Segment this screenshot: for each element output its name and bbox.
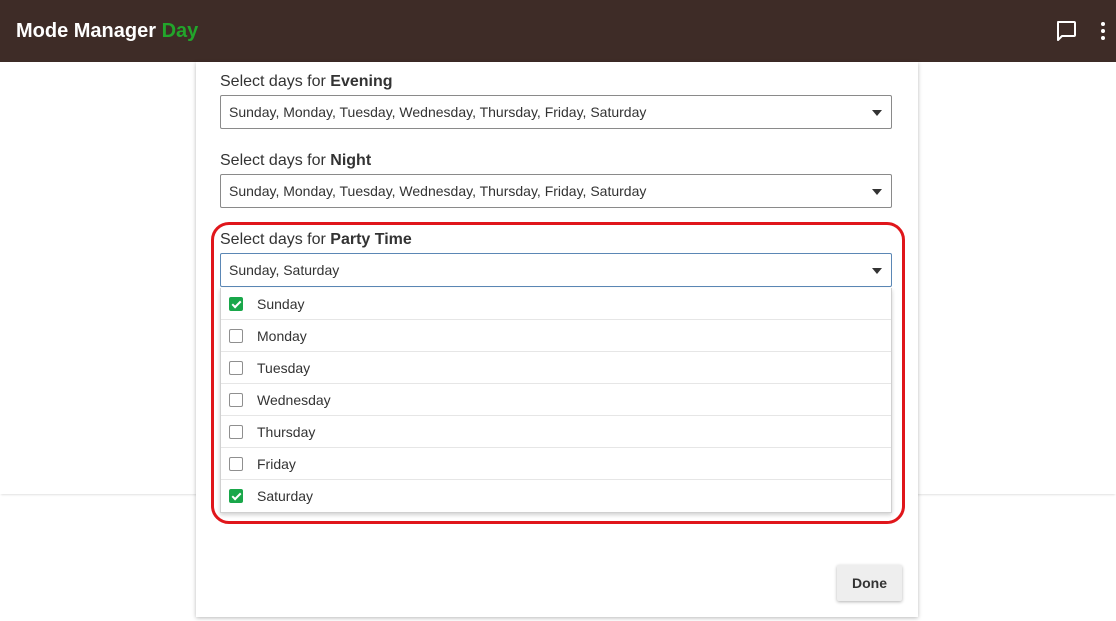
party-time-label-prefix: Select days for	[220, 231, 331, 248]
dropdown-arrow-icon	[872, 110, 882, 116]
day-option-label: Friday	[257, 456, 296, 472]
party-time-mode-name: Party Time	[330, 231, 412, 248]
checkbox-unchecked-icon[interactable]	[229, 425, 243, 439]
app-name: Mode Manager	[16, 20, 157, 42]
checkbox-checked-icon[interactable]	[229, 489, 243, 503]
day-option-tuesday[interactable]: Tuesday	[221, 352, 891, 384]
day-option-label: Thursday	[257, 424, 316, 440]
day-option-saturday[interactable]: Saturday	[221, 480, 891, 512]
checkbox-checked-icon[interactable]	[229, 297, 243, 311]
done-button[interactable]: Done	[837, 565, 902, 601]
party-time-days-options: Sunday Monday Tuesday Wednesday Thursday Frid…	[220, 288, 892, 513]
evening-mode-name: Evening	[330, 73, 393, 90]
party-time-field-label: Select days for Party Time	[220, 231, 412, 249]
day-option-wednesday[interactable]: Wednesday	[221, 384, 891, 416]
day-option-label: Saturday	[257, 488, 314, 504]
party-time-days-value: Sunday, Saturday	[229, 262, 340, 278]
day-option-label: Tuesday	[257, 360, 311, 376]
night-field-label: Select days for Night	[220, 152, 371, 170]
checkbox-unchecked-icon[interactable]	[229, 329, 243, 343]
dropdown-arrow-icon	[872, 268, 882, 274]
more-options-button[interactable]	[1087, 14, 1116, 48]
checkbox-unchecked-icon[interactable]	[229, 393, 243, 407]
evening-days-value: Sunday, Monday, Tuesday, Wednesday, Thur…	[229, 104, 647, 120]
chat-icon	[1057, 21, 1076, 41]
night-label-prefix: Select days for	[220, 152, 331, 169]
night-days-select[interactable]: Sunday, Monday, Tuesday, Wednesday, Thur…	[220, 174, 892, 208]
day-option-label: Sunday	[257, 296, 305, 312]
select-days-dialog: Select days for Evening Sunday, Monday, …	[196, 62, 918, 617]
day-option-thursday[interactable]: Thursday	[221, 416, 891, 448]
day-option-friday[interactable]: Friday	[221, 448, 891, 480]
app-title: Mode Manager Day	[16, 20, 198, 43]
night-mode-name: Night	[330, 152, 372, 169]
day-option-label: Monday	[257, 328, 307, 344]
dropdown-arrow-icon	[872, 189, 882, 195]
more-vert-icon	[1101, 22, 1105, 40]
checkbox-unchecked-icon[interactable]	[229, 457, 243, 471]
night-days-value: Sunday, Monday, Tuesday, Wednesday, Thur…	[229, 183, 647, 199]
evening-days-select[interactable]: Sunday, Monday, Tuesday, Wednesday, Thur…	[220, 95, 892, 129]
chat-button[interactable]	[1049, 14, 1083, 48]
background-panel-left	[0, 62, 196, 494]
party-time-days-select[interactable]: Sunday, Saturday	[220, 253, 892, 287]
checkbox-unchecked-icon[interactable]	[229, 361, 243, 375]
background-panel-right	[918, 62, 1116, 494]
evening-field-label: Select days for Evening	[220, 73, 393, 91]
evening-label-prefix: Select days for	[220, 73, 331, 90]
current-mode: Day	[161, 20, 199, 42]
day-option-label: Wednesday	[257, 392, 331, 408]
day-option-monday[interactable]: Monday	[221, 320, 891, 352]
app-header: Mode Manager Day	[0, 0, 1116, 62]
day-option-sunday[interactable]: Sunday	[221, 288, 891, 320]
